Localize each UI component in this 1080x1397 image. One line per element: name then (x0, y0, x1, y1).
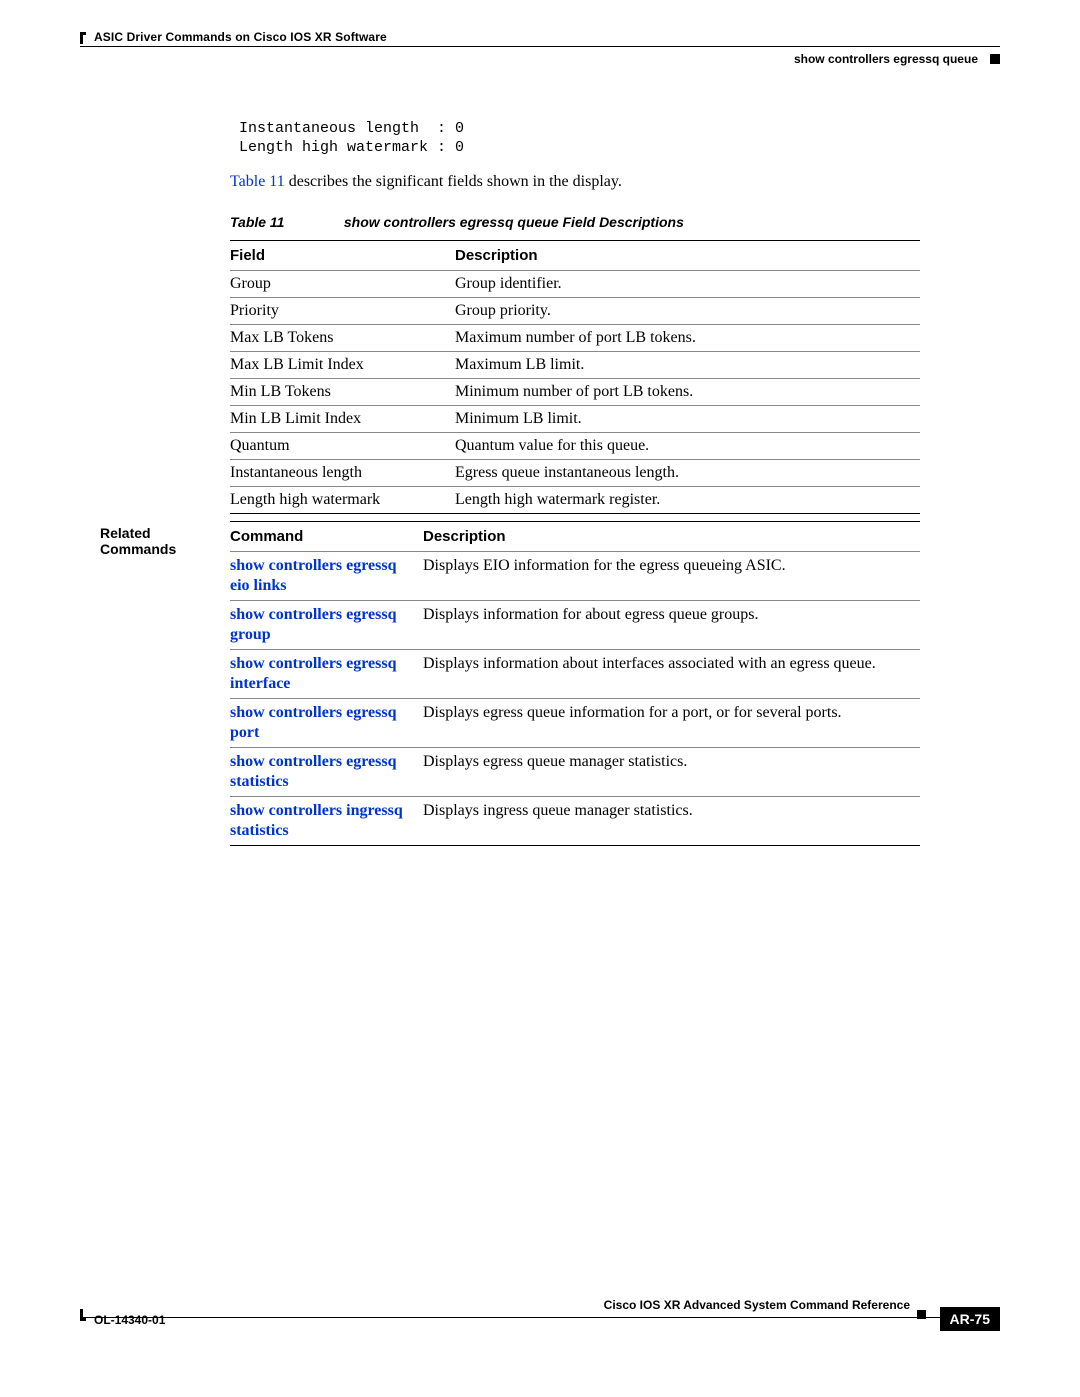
page-number: AR-75 (940, 1307, 1000, 1331)
table-row: show controllers egressq interface Displa… (230, 650, 920, 699)
table-row: Max LB Limit IndexMaximum LB limit. (230, 352, 920, 379)
related-commands-table: Command Description show controllers egr… (230, 521, 920, 846)
crop-mark-icon (80, 32, 86, 44)
command-link[interactable]: show controllers ingressq statistics (230, 802, 403, 839)
cell-desc: Maximum LB limit. (455, 352, 920, 379)
cell-desc: Displays ingress queue manager statistic… (423, 797, 920, 846)
intro-rest: describes the significant fields shown i… (285, 173, 622, 190)
table-row: show controllers egressq group Displays i… (230, 601, 920, 650)
table-row: GroupGroup identifier. (230, 271, 920, 298)
cell-desc: Displays information about interfaces as… (423, 650, 920, 699)
cell-field: Max LB Limit Index (230, 352, 455, 379)
th-description: Description (455, 241, 920, 271)
command-link[interactable]: show controllers egressq interface (230, 655, 397, 692)
cell-field: Instantaneous length (230, 460, 455, 487)
table-row: Min LB Limit IndexMinimum LB limit. (230, 406, 920, 433)
table-row: QuantumQuantum value for this queue. (230, 433, 920, 460)
cell-desc: Minimum LB limit. (455, 406, 920, 433)
cell-field: Max LB Tokens (230, 325, 455, 352)
header-rule (80, 46, 1000, 47)
crop-mark-icon (80, 1309, 86, 1321)
cell-desc: Minimum number of port LB tokens. (455, 379, 920, 406)
cell-desc: Displays EIO information for the egress … (423, 552, 920, 601)
table-row: Max LB TokensMaximum number of port LB t… (230, 325, 920, 352)
th-command: Command (230, 522, 423, 552)
table-row: show controllers egressq eio links Displa… (230, 552, 920, 601)
table-row: show controllers egressq port Displays eg… (230, 699, 920, 748)
command-link[interactable]: show controllers egressq group (230, 606, 397, 643)
cell-command: show controllers egressq interface (230, 650, 423, 699)
cell-desc: Maximum number of port LB tokens. (455, 325, 920, 352)
table-number: Table 11 (230, 214, 340, 230)
command-link[interactable]: show controllers egressq eio links (230, 557, 397, 594)
page-footer: Cisco IOS XR Advanced System Command Ref… (80, 1317, 1000, 1361)
cell-desc: Group identifier. (455, 271, 920, 298)
th-field: Field (230, 241, 455, 271)
table-title: show controllers egressq queue Field Des… (344, 214, 684, 230)
cell-desc: Quantum value for this queue. (455, 433, 920, 460)
cell-command: show controllers egressq statistics (230, 748, 423, 797)
cell-command: show controllers egressq group (230, 601, 423, 650)
topic-title: show controllers egressq queue (794, 52, 978, 66)
document-id: OL-14340-01 (94, 1313, 165, 1327)
cell-desc: Length high watermark register. (455, 487, 920, 514)
square-marker-icon (990, 54, 1000, 64)
table-row: Instantaneous lengthEgress queue instant… (230, 460, 920, 487)
related-commands-label: Related Commands (100, 525, 220, 557)
cell-field: Priority (230, 298, 455, 325)
cell-desc: Displays information for about egress qu… (423, 601, 920, 650)
table-header-row: Field Description (230, 241, 920, 271)
cell-command: show controllers egressq port (230, 699, 423, 748)
table-xref-link[interactable]: Table 11 (230, 173, 285, 190)
cell-field: Min LB Tokens (230, 379, 455, 406)
table-row: PriorityGroup priority. (230, 298, 920, 325)
table-caption: Table 11 show controllers egressq queue … (230, 214, 920, 230)
chapter-title: ASIC Driver Commands on Cisco IOS XR Sof… (94, 30, 387, 44)
table-row: Min LB TokensMinimum number of port LB t… (230, 379, 920, 406)
command-link[interactable]: show controllers egressq statistics (230, 753, 397, 790)
cell-desc: Group priority. (455, 298, 920, 325)
cell-desc: Egress queue instantaneous length. (455, 460, 920, 487)
cell-field: Group (230, 271, 455, 298)
cell-desc: Displays egress queue manager statistics… (423, 748, 920, 797)
cell-field: Min LB Limit Index (230, 406, 455, 433)
fields-table: Field Description GroupGroup identifier.… (230, 240, 920, 514)
table-row: show controllers egressq statistics Displ… (230, 748, 920, 797)
table-row: show controllers ingressq statistics Disp… (230, 797, 920, 846)
cli-output: Instantaneous length : 0 Length high wat… (230, 120, 920, 158)
th-description: Description (423, 522, 920, 552)
cell-desc: Displays egress queue information for a … (423, 699, 920, 748)
command-link[interactable]: show controllers egressq port (230, 704, 397, 741)
cell-field: Quantum (230, 433, 455, 460)
cell-command: show controllers ingressq statistics (230, 797, 423, 846)
book-title: Cisco IOS XR Advanced System Command Ref… (604, 1298, 910, 1312)
intro-paragraph: Table 11 describes the significant field… (230, 172, 920, 193)
cell-command: show controllers egressq eio links (230, 552, 423, 601)
content-body: Instantaneous length : 0 Length high wat… (230, 120, 920, 514)
table-row: Length high watermarkLength high waterma… (230, 487, 920, 514)
cell-field: Length high watermark (230, 487, 455, 514)
table-header-row: Command Description (230, 522, 920, 552)
footer-rule (80, 1317, 1000, 1318)
page: ASIC Driver Commands on Cisco IOS XR Sof… (0, 0, 1080, 1397)
